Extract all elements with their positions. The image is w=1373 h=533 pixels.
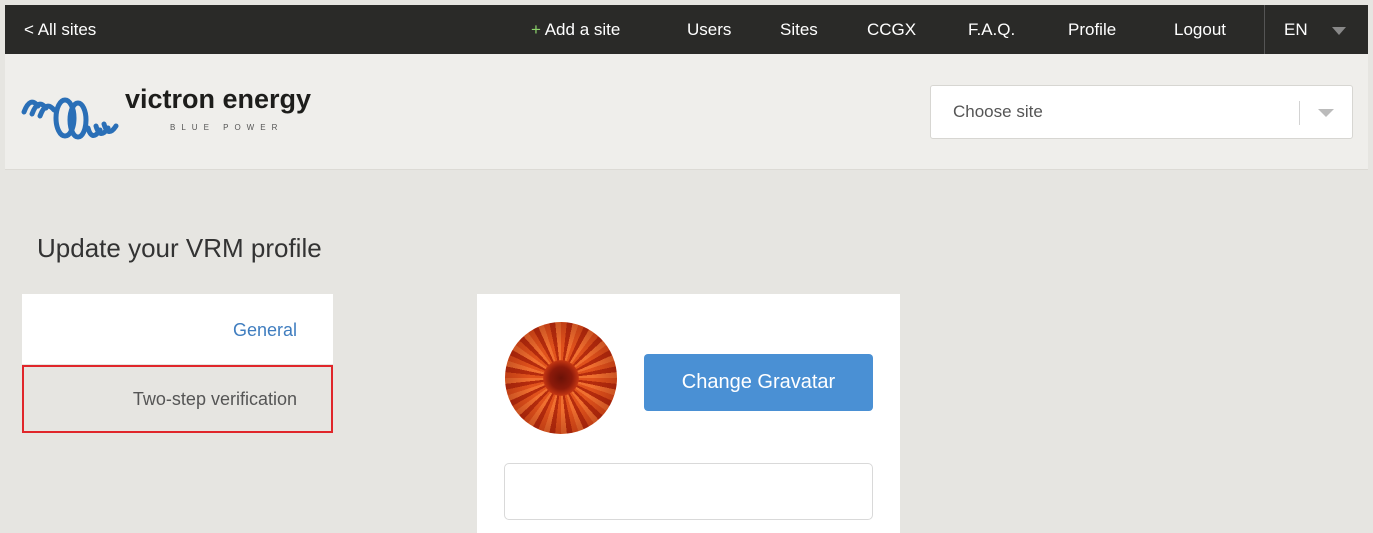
logout-link[interactable]: Logout bbox=[1174, 5, 1226, 54]
nav-divider bbox=[1264, 5, 1265, 54]
side-nav-item-two-step-verification[interactable]: Two-step verification bbox=[22, 365, 333, 433]
side-nav-item-label: Two-step verification bbox=[132, 389, 297, 409]
page-title: Update your VRM profile bbox=[37, 233, 322, 263]
language-selector[interactable]: EN bbox=[1284, 5, 1308, 54]
users-link[interactable]: Users bbox=[687, 5, 731, 54]
profile-link[interactable]: Profile bbox=[1068, 5, 1116, 54]
chevron-down-icon[interactable] bbox=[1318, 109, 1334, 117]
choose-site-dropdown[interactable]: Choose site bbox=[930, 85, 1353, 139]
sites-link[interactable]: Sites bbox=[780, 5, 818, 54]
victron-logo-icon bbox=[21, 97, 119, 140]
logo-tagline: BLUE POWER bbox=[170, 123, 284, 132]
add-site-link[interactable]: + Add a site bbox=[531, 5, 620, 54]
side-nav-item-general[interactable]: General bbox=[22, 294, 333, 364]
side-nav-item-label: General bbox=[232, 320, 297, 340]
avatar bbox=[505, 322, 617, 434]
dropdown-separator bbox=[1299, 101, 1300, 125]
all-sites-link[interactable]: < All sites bbox=[24, 5, 96, 54]
change-gravatar-button[interactable]: Change Gravatar bbox=[644, 354, 873, 411]
ccgx-link[interactable]: CCGX bbox=[867, 5, 916, 54]
top-navigation-bar: < All sites + Add a site Users Sites CCG… bbox=[5, 5, 1368, 54]
site-header: victron energy BLUE POWER Choose site bbox=[5, 54, 1368, 170]
victron-logo[interactable]: victron energy BLUE POWER bbox=[20, 82, 360, 152]
chevron-down-icon[interactable] bbox=[1332, 27, 1346, 35]
logo-wordmark: victron energy bbox=[125, 84, 312, 114]
profile-card: Change Gravatar bbox=[477, 294, 900, 533]
profile-name-input[interactable] bbox=[504, 463, 873, 520]
faq-link[interactable]: F.A.Q. bbox=[968, 5, 1015, 54]
choose-site-placeholder: Choose site bbox=[953, 102, 1043, 121]
